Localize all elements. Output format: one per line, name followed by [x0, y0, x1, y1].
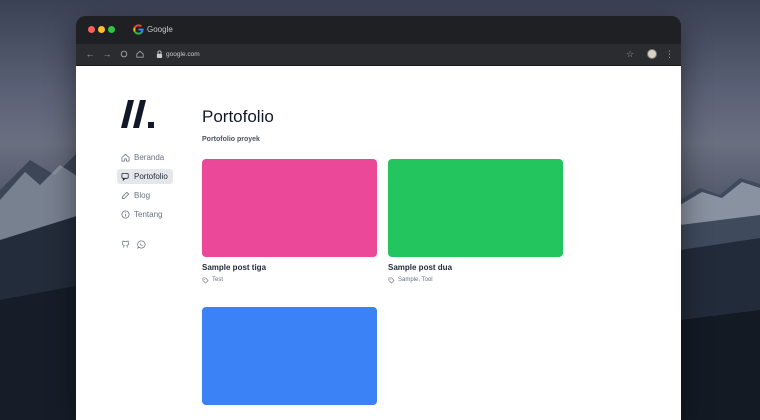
- home-icon[interactable]: [133, 44, 147, 65]
- card-tags: Test: [202, 276, 377, 284]
- tab-title[interactable]: Google: [147, 24, 173, 35]
- github-icon[interactable]: [121, 240, 130, 249]
- sidebar-item-label: Beranda: [134, 153, 165, 162]
- star-icon[interactable]: ☆: [626, 44, 634, 65]
- page-viewport: Beranda Portofolio Blog Tentang Portofol…: [76, 66, 681, 420]
- home-icon: [121, 153, 130, 162]
- maximize-window-button[interactable]: [108, 26, 115, 33]
- tag-icon: [388, 277, 395, 284]
- card-tags-text: Test: [212, 277, 224, 283]
- tab-strip: Google: [76, 16, 681, 44]
- sidebar-nav: Beranda Portofolio Blog Tentang: [117, 150, 187, 226]
- info-icon: [121, 210, 130, 219]
- kebab-menu-icon[interactable]: ⋮: [665, 44, 674, 65]
- browser-window: Google ← → google.com ☆ ⋮ Beranda Portof…: [76, 16, 681, 420]
- card-tags: Sample, Tool: [388, 276, 563, 284]
- card-thumbnail[interactable]: [388, 159, 563, 257]
- card-title[interactable]: Sample post dua: [388, 263, 563, 273]
- card-thumbnail[interactable]: [202, 307, 377, 405]
- portfolio-card[interactable]: Sample post dua Sample, Tool: [388, 159, 563, 284]
- sidebar-item-label: Portofolio: [134, 172, 168, 181]
- card-title[interactable]: Sample post tiga: [202, 263, 377, 273]
- sidebar-item-tentang[interactable]: Tentang: [117, 207, 173, 222]
- page-title: Portofolio: [202, 107, 274, 126]
- chat-icon: [121, 172, 129, 181]
- sidebar-item-label: Blog: [134, 191, 151, 200]
- sidebar-item-beranda[interactable]: Beranda: [117, 150, 173, 165]
- minimize-window-button[interactable]: [98, 26, 105, 33]
- browser-toolbar: ← → google.com ☆ ⋮: [76, 44, 681, 66]
- sidebar-item-portofolio[interactable]: Portofolio: [117, 169, 173, 184]
- edit-icon: [121, 191, 130, 200]
- address-bar[interactable]: google.com: [166, 49, 200, 60]
- portfolio-card[interactable]: Sample post tiga Test: [202, 159, 377, 284]
- social-links: [121, 240, 146, 249]
- portfolio-card[interactable]: [202, 307, 377, 405]
- google-favicon-icon: [133, 24, 144, 35]
- back-arrow-icon[interactable]: ←: [83, 44, 97, 65]
- forward-arrow-icon[interactable]: →: [100, 44, 114, 65]
- card-tags-text: Sample, Tool: [398, 277, 433, 283]
- tag-icon: [202, 277, 209, 284]
- card-thumbnail[interactable]: [202, 159, 377, 257]
- sidebar-item-blog[interactable]: Blog: [117, 188, 173, 203]
- sidebar-item-label: Tentang: [134, 210, 163, 219]
- page-subtitle: Portofolio proyek: [202, 136, 260, 143]
- reload-icon[interactable]: [117, 44, 131, 65]
- profile-avatar-icon[interactable]: [647, 49, 657, 59]
- site-logo-icon[interactable]: [121, 98, 161, 130]
- lock-icon: [156, 50, 163, 58]
- whatsapp-icon[interactable]: [137, 240, 146, 249]
- close-window-button[interactable]: [88, 26, 95, 33]
